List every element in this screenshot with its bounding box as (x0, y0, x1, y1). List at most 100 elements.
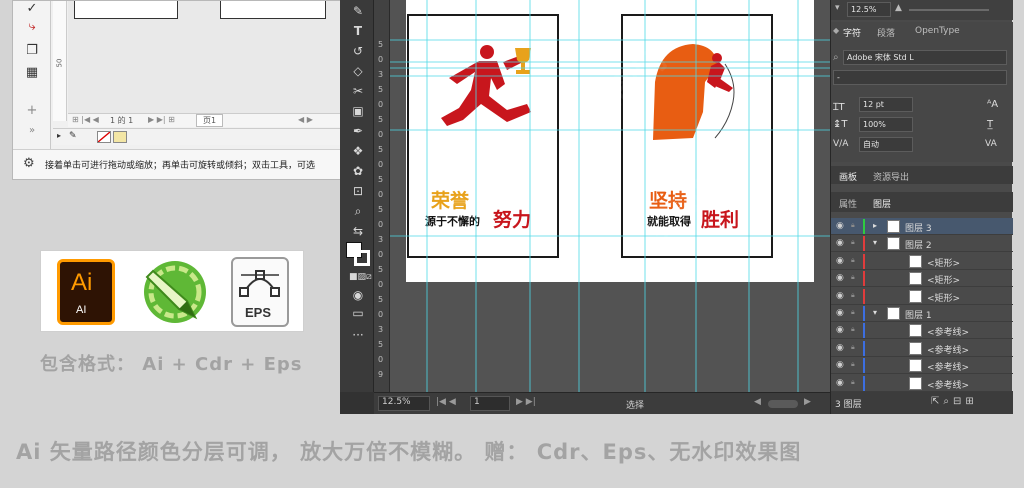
lock-icon[interactable]: 🔒︎ (851, 325, 855, 334)
lock-icon[interactable]: 🔒︎ (851, 238, 855, 247)
tab-artboards[interactable]: 画板 (839, 170, 857, 183)
tab-asset-export[interactable]: 资源导出 (873, 170, 909, 183)
expand-chevron-icon[interactable]: ▸ (873, 221, 877, 230)
artboard-nav-next-icon[interactable]: ▶ ▶| (516, 397, 536, 407)
ruler-tick: 5 (378, 205, 384, 214)
visibility-eye-icon[interactable]: ◉ (836, 343, 844, 353)
brush-tool-icon[interactable]: ✎ (349, 2, 367, 20)
zoom-out-icon[interactable]: ▲ (895, 3, 902, 13)
artboard-nav-prev-icon[interactable]: |◀ ◀ (436, 397, 456, 407)
visibility-eye-icon[interactable]: ◉ (836, 378, 844, 388)
zoom-down-icon[interactable]: ▾ (835, 3, 840, 13)
zoom-select[interactable]: 12.5% (378, 396, 430, 411)
tab-properties[interactable]: 属性 (839, 197, 857, 210)
visibility-eye-icon[interactable]: ◉ (836, 273, 844, 283)
lock-icon[interactable]: 🔒︎ (851, 360, 855, 369)
font-size-field[interactable]: 12 pt (859, 97, 913, 112)
stroke-swatch[interactable] (354, 250, 370, 266)
kerning-field[interactable]: 自动 (859, 137, 913, 152)
lock-icon[interactable]: 🔒︎ (851, 308, 855, 317)
page-tab[interactable]: 页1 (196, 114, 224, 127)
vertical-scale-field[interactable]: 100% (859, 117, 913, 132)
visibility-eye-icon[interactable]: ◉ (836, 360, 844, 370)
visibility-eye-icon[interactable]: ◉ (836, 221, 844, 231)
tab-layers[interactable]: 图层 (873, 197, 891, 210)
lock-icon[interactable]: 🔒︎ (851, 378, 855, 387)
zoom-tool-icon[interactable]: ⌕ (349, 202, 367, 220)
more-tools-icon[interactable]: ··· (349, 326, 367, 344)
layer-row[interactable]: ◉ 🔒︎ ▸ 图层 3 (831, 218, 1013, 235)
layer-row[interactable]: ◉ 🔒︎ ▾ 图层 1 (831, 305, 1013, 322)
lock-icon[interactable]: 🔒︎ (851, 256, 855, 265)
rectangle-tool-icon[interactable]: ❐ (24, 43, 40, 59)
lock-icon[interactable]: 🔒︎ (851, 221, 855, 230)
eyedropper-tool-icon[interactable]: ✒ (349, 122, 367, 140)
color-mode-icon[interactable]: ■▨⧄ (349, 268, 372, 286)
zoom-slider[interactable] (909, 9, 989, 11)
layer-sublayer-row[interactable]: ◉ 🔒︎ <矩形> (831, 288, 1013, 305)
lock-icon[interactable]: 🔒︎ (851, 273, 855, 282)
swatch-cream[interactable] (113, 131, 127, 143)
page-next-icon[interactable]: ▶ ▶| ⊞ (148, 115, 175, 124)
cdr-canvas[interactable] (68, 1, 343, 119)
transparency-tool-icon[interactable]: ▦ (24, 65, 40, 81)
swatch-none[interactable] (97, 131, 111, 143)
curve-tool-icon[interactable]: ⤷ (24, 19, 40, 35)
layer-row[interactable]: ◉ 🔒︎ ▾ 图层 2 (831, 235, 1013, 253)
expand-chevron-icon[interactable]: ▾ (873, 238, 877, 247)
visibility-eye-icon[interactable]: ◉ (836, 308, 844, 318)
panel-collapse-icon[interactable]: ◆ (833, 26, 839, 35)
draw-mode-icon[interactable]: ◉ (349, 286, 367, 304)
layer-name: 图层 3 (905, 224, 932, 234)
lock-icon[interactable]: 🔒︎ (851, 291, 855, 300)
layer-thumbnail (909, 376, 922, 390)
tab-paragraph[interactable]: 段落 (877, 26, 895, 39)
tab-character[interactable]: 字符 (843, 26, 861, 39)
layer-color-bar (863, 219, 865, 234)
layer-color-bar (863, 340, 865, 356)
more-tools-icon[interactable]: » (24, 123, 40, 139)
gradient-tool-icon[interactable]: ▣ (349, 102, 367, 120)
visibility-eye-icon[interactable]: ◉ (836, 256, 844, 266)
scroll-arrows-icon[interactable]: ◀ ▶ (298, 115, 313, 124)
layer-sublayer-row[interactable]: ◉ 🔒︎ <矩形> (831, 253, 1013, 270)
rotate-tool-icon[interactable]: ↺ (349, 42, 367, 60)
layer-thumbnail (909, 359, 922, 373)
navigator-zoom-field[interactable]: 12.5% (847, 2, 891, 17)
eyedropper-icon[interactable]: ✎ (69, 131, 77, 141)
expand-chevron-icon[interactable]: ▾ (873, 308, 877, 317)
layer-sublayer-row[interactable]: ◉ 🔒︎ <参考线> (831, 340, 1013, 357)
symbol-tool-icon[interactable]: ✿ (349, 162, 367, 180)
palette-arrow-icon[interactable]: ▸ (57, 131, 61, 140)
layer-actions-icon[interactable]: ⇱⌕⊟⊞ (931, 396, 978, 407)
scroll-right-icon[interactable]: ▶ (804, 397, 811, 407)
layer-color-bar (863, 306, 865, 321)
layer-sublayer-row[interactable]: ◉ 🔒︎ <参考线> (831, 322, 1013, 340)
layer-sublayer-row[interactable]: ◉ 🔒︎ <参考线> (831, 357, 1013, 375)
kerning-icon: V/A (833, 139, 849, 149)
shape-tool-icon[interactable]: ✓ (24, 1, 40, 17)
page-first-icon[interactable]: ⊞ |◀ ◀ (72, 115, 99, 124)
layer-name: <矩形> (927, 276, 961, 287)
ai-canvas[interactable]: 荣誉 源于不懈的 努力 坚持 就能取得 胜利 我图网 (390, 0, 830, 392)
type-tool-icon[interactable]: T (349, 22, 367, 40)
blend-tool-icon[interactable]: ❖ (349, 142, 367, 160)
artboard-select[interactable]: 1 (470, 396, 510, 411)
swap-fill-icon[interactable]: ⇆ (349, 222, 367, 240)
font-style-field[interactable]: - (833, 70, 1007, 85)
lasso-tool-icon[interactable]: ✂ (349, 82, 367, 100)
add-tool-icon[interactable]: + (24, 103, 40, 119)
horizontal-scrollbar[interactable] (768, 400, 798, 408)
lock-icon[interactable]: 🔒︎ (851, 343, 855, 352)
artboard-tool-icon[interactable]: ⊡ (349, 182, 367, 200)
layer-sublayer-row[interactable]: ◉ 🔒︎ <矩形> (831, 270, 1013, 288)
screen-mode-icon[interactable]: ▭ (349, 304, 367, 322)
font-family-field[interactable]: Adobe 宋体 Std L (843, 50, 1007, 65)
eraser-tool-icon[interactable]: ◇ (349, 62, 367, 80)
visibility-eye-icon[interactable]: ◉ (836, 238, 844, 248)
layer-sublayer-row[interactable]: ◉ 🔒︎ <参考线> (831, 375, 1013, 392)
visibility-eye-icon[interactable]: ◉ (836, 291, 844, 301)
visibility-eye-icon[interactable]: ◉ (836, 325, 844, 335)
scroll-left-icon[interactable]: ◀ (754, 397, 761, 407)
tab-opentype[interactable]: OpenType (915, 26, 960, 36)
